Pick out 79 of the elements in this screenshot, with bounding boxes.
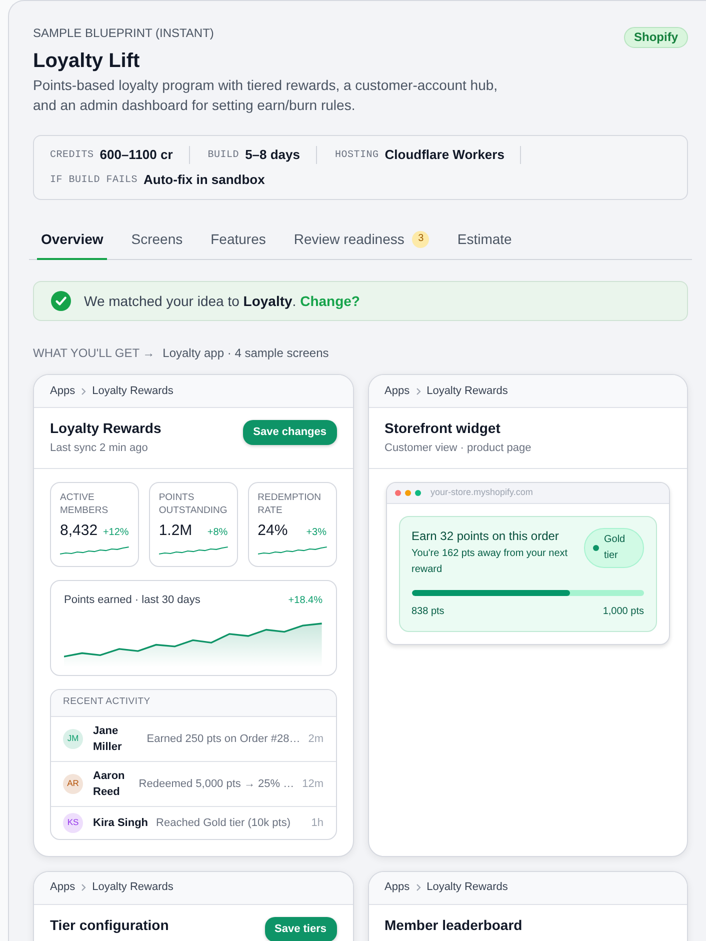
sparkline <box>60 545 129 555</box>
activity-time: 2m <box>308 732 324 746</box>
chart-change: +18.4% <box>288 594 322 608</box>
section-heading: WHAT YOU'LL GET → <box>33 345 155 361</box>
meta-value: Auto-fix in sandbox <box>144 171 265 190</box>
meta-label: BUILD <box>208 148 240 162</box>
tab[interactable]: Estimate <box>453 223 516 260</box>
browser-url: your-store.myshopify.com <box>430 486 533 500</box>
activity-time: 1h <box>311 816 324 830</box>
page-description: Points-based loyalty program with tiered rewards, a customer-account hub, and an admin dashboard for setting earn/burn rules. <box>33 76 499 115</box>
screen-subtitle: Customer view · product page <box>384 441 532 456</box>
progress-goal: 1,000 pts <box>602 605 644 619</box>
screen-title: Tier configuration <box>50 916 169 934</box>
window-dot-icon <box>394 490 400 496</box>
stat-label: REDEMPTION RATE <box>258 491 322 517</box>
stat-change: +3% <box>306 526 326 540</box>
page-title: Loyalty Lift <box>33 49 141 74</box>
offer-note: You're 162 pts away from your next reward <box>412 547 569 577</box>
stat-change: +8% <box>207 526 228 540</box>
chevron-right-icon <box>416 388 421 394</box>
meta-label: CREDITS <box>50 148 94 162</box>
chart-title: Points earned · last 30 days <box>64 593 200 608</box>
screen-title: Loyalty Rewards <box>50 419 162 438</box>
count-badge: 3 <box>412 230 430 248</box>
stat-label: POINTS OUTSTANDING <box>158 491 228 517</box>
tab[interactable]: Overview <box>37 223 108 260</box>
stat-change: +12% <box>102 526 129 540</box>
tab[interactable]: Review readiness 3 <box>290 223 434 260</box>
window-dot-icon <box>414 490 420 496</box>
screen-title: Member leaderboard <box>384 916 522 934</box>
tab[interactable]: Screens <box>127 223 187 260</box>
meta-value: Cloudflare Workers <box>384 146 504 164</box>
screen-title: Storefront widget <box>384 419 502 438</box>
member-name: Kira Singh <box>93 816 148 830</box>
avatar: AR <box>63 774 83 794</box>
meta-value: 600–1100 cr <box>100 146 173 164</box>
member-name: Jane Miller <box>93 724 123 754</box>
meta-label: HOSTING <box>335 148 379 162</box>
window-dot-icon <box>404 490 410 496</box>
match-message: We matched your idea to Loyalty. Change? <box>84 292 360 311</box>
chevron-right-icon <box>81 388 86 394</box>
stat-value: 8,432 <box>60 522 98 540</box>
stat-value: 24% <box>258 522 288 540</box>
primary-button[interactable]: Save changes <box>243 420 336 445</box>
platform-badge: Shopify <box>624 27 688 48</box>
breadcrumb-item[interactable]: Apps <box>50 382 76 400</box>
breadcrumb-item[interactable]: Loyalty Rewards <box>92 382 174 400</box>
progress-start: 838 pts <box>412 605 444 619</box>
avatar: KS <box>63 812 83 832</box>
breadcrumb-item[interactable]: Apps <box>50 879 76 896</box>
chevron-right-icon <box>416 884 421 891</box>
member-name: Aaron Reed <box>93 768 126 800</box>
screen-subtitle: Last sync 2 min ago <box>50 441 149 456</box>
meta-value: 5–8 days <box>245 146 300 164</box>
activity-event: Reached Gold tier (10k pts) <box>156 816 291 830</box>
breadcrumb-item[interactable]: Apps <box>384 879 410 896</box>
stat-label: ACTIVE MEMBERS <box>60 491 110 517</box>
eyebrow-label: SAMPLE BLUEPRINT (INSTANT) <box>33 25 215 41</box>
offer-title: Earn 32 points on this order <box>412 528 560 544</box>
chevron-right-icon <box>81 884 86 891</box>
breadcrumb-item[interactable]: Loyalty Rewards <box>92 879 174 896</box>
activity-event: Redeemed 5,000 pts → 25% … <box>138 776 294 792</box>
stat-value: 1.2M <box>158 522 192 540</box>
sparkline <box>258 545 326 555</box>
sparkline <box>158 545 228 555</box>
avatar: JM <box>63 728 83 748</box>
primary-button[interactable]: Save tiers <box>264 916 336 941</box>
tier-label: Gold tier <box>604 533 626 563</box>
activity-heading: RECENT ACTIVITY <box>63 695 150 710</box>
check-circle-icon <box>51 291 71 311</box>
breadcrumb-item[interactable]: Loyalty Rewards <box>426 879 508 896</box>
activity-event: Earned 250 pts on Order #28… <box>146 732 300 746</box>
meta-label: IF BUILD FAILS <box>50 174 138 188</box>
breadcrumb-item[interactable]: Loyalty Rewards <box>426 382 508 400</box>
breadcrumb-item[interactable]: Apps <box>384 382 410 400</box>
tab[interactable]: Features <box>206 223 270 260</box>
status-dot-icon <box>593 545 599 551</box>
activity-time: 12m <box>302 776 324 792</box>
section-subtitle: Loyalty app · 4 sample screens <box>162 345 329 361</box>
